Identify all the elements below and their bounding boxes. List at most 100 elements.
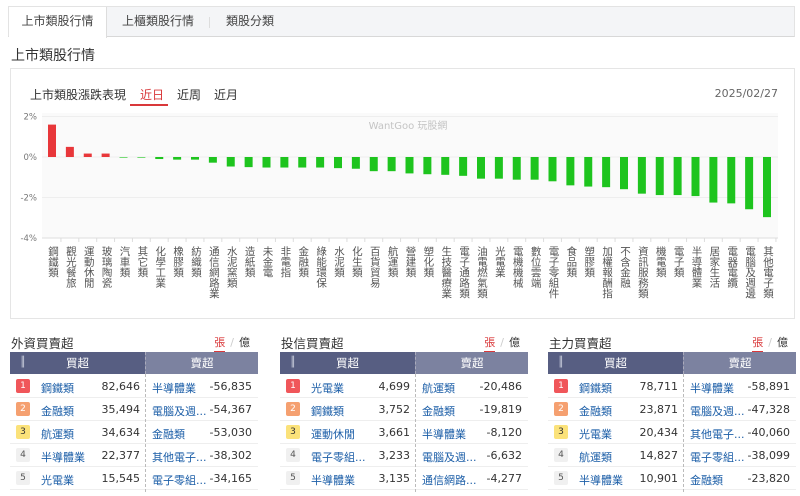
x-tick-label: 不含金融 [619, 246, 631, 288]
unit-separator: / [230, 336, 234, 349]
x-tick-label: 電子通路類 [458, 246, 471, 299]
buy-value: 3,752 [378, 403, 411, 416]
buy-sector-link[interactable]: 航運類 [41, 426, 74, 442]
sell-sector-link[interactable]: 電腦及週... [422, 449, 477, 465]
sell-sector-link[interactable]: 半導體業 [152, 380, 196, 396]
table-row: 3 航運類 34,634 金融類 -53,030 [10, 421, 258, 444]
buy-header: ║ 買超 [548, 352, 683, 374]
buy-sector-link[interactable]: 光電業 [311, 380, 344, 396]
x-tick-label: 電子類 [672, 246, 685, 278]
x-tick-label: 汽車類 [118, 246, 131, 278]
unit-amount-toggle[interactable]: 億 [509, 336, 520, 349]
sell-sector-link[interactable]: 其他電子... [690, 426, 745, 442]
buy-value: 35,494 [101, 403, 141, 416]
bar-chart-icon[interactable]: ║ [558, 352, 564, 374]
buy-sector-link[interactable]: 運動休閒 [311, 426, 355, 442]
sell-value: -20,486 [479, 380, 522, 393]
sell-value: -19,819 [479, 403, 522, 416]
unit-lots-toggle[interactable]: 張 [484, 336, 496, 353]
period-tab-week[interactable]: 近周 [177, 86, 201, 103]
unit-lots-toggle[interactable]: 張 [214, 336, 226, 353]
x-tick-label: 航運類 [386, 246, 399, 278]
buy-header-label: 買超 [604, 356, 627, 370]
panel-title: 投信買賣超 [281, 336, 344, 351]
sell-sector-link[interactable]: 電子零組... [690, 449, 745, 465]
tab-listed-sectors[interactable]: 上市類股行情 [9, 7, 107, 38]
sell-sector-link[interactable]: 其他電子... [152, 449, 207, 465]
sell-header: 賣超 [145, 352, 258, 374]
x-tick-label: 其它類 [136, 246, 149, 278]
buy-value: 22,377 [101, 449, 141, 462]
buy-sector-link[interactable]: 電子零組... [311, 449, 366, 465]
table-row: 4 半導體業 22,377 其他電子... -38,302 [10, 444, 258, 467]
buy-sector-link[interactable]: 半導體業 [41, 449, 85, 465]
unit-amount-toggle[interactable]: 億 [777, 336, 788, 349]
sell-value: -4,277 [486, 472, 522, 485]
x-tick-label: 其他電子類 [762, 246, 774, 299]
x-tick-label: 非電指 [279, 246, 292, 278]
buy-sector-link[interactable]: 半導體業 [311, 472, 355, 488]
table-row: 3 運動休閒 3,661 半導體業 -8,120 [280, 421, 528, 444]
buy-sector-link[interactable]: 光電業 [579, 426, 612, 442]
unit-separator: / [768, 336, 772, 349]
x-tick-label: 觀光餐旅 [64, 246, 77, 288]
sell-sector-link[interactable]: 半導體業 [422, 426, 466, 442]
x-tick-label: 紡織類 [190, 246, 202, 278]
buy-value: 4,699 [378, 380, 411, 393]
sell-value: -53,030 [209, 426, 252, 439]
column-divider [683, 374, 684, 492]
bar-chart-icon[interactable]: ║ [20, 352, 26, 374]
buy-value: 82,646 [101, 380, 141, 393]
rank-badge: 2 [286, 402, 300, 416]
unit-lots-toggle[interactable]: 張 [752, 336, 764, 353]
buy-sector-link[interactable]: 金融類 [41, 403, 74, 419]
buy-value: 14,827 [639, 449, 679, 462]
table-row: 5 光電業 15,545 電子零組... -34,165 [10, 467, 258, 490]
buy-sector-link[interactable]: 鋼鐵類 [41, 380, 74, 396]
buy-value: 78,711 [639, 380, 679, 393]
sell-sector-link[interactable]: 金融類 [152, 426, 185, 442]
sell-sector-link[interactable]: 金融類 [422, 403, 455, 419]
sell-sector-link[interactable]: 金融類 [690, 472, 723, 488]
buy-sector-link[interactable]: 鋼鐵類 [579, 380, 612, 396]
sell-value: -40,060 [747, 426, 790, 439]
page-title: 上市類股行情 [11, 48, 95, 64]
x-tick-label: 生技醫療業 [440, 246, 453, 299]
rank-badge: 2 [554, 402, 568, 416]
rank-badge: 1 [554, 379, 568, 393]
x-tick-label: 資訊服務類 [636, 246, 649, 299]
buy-value: 3,233 [378, 449, 411, 462]
sector-performance-card [10, 68, 795, 319]
sell-value: -23,820 [747, 472, 790, 485]
x-tick-label: 橡膠類 [172, 246, 185, 278]
table-row: 1 鋼鐵類 78,711 半導體業 -58,891 [548, 375, 796, 398]
tab-otc-sectors[interactable]: 上櫃類股行情 [113, 7, 203, 37]
sell-sector-link[interactable]: 通信網路... [422, 472, 477, 488]
x-tick-label: 金融類 [297, 246, 310, 278]
buy-sector-link[interactable]: 航運類 [579, 449, 612, 465]
x-tick-label: 造紙類 [243, 246, 256, 278]
tab-sector-classification[interactable]: 類股分類 [215, 7, 285, 37]
x-tick-label: 玻璃陶瓷 [100, 246, 113, 288]
buy-sector-link[interactable]: 半導體業 [579, 472, 623, 488]
buy-sector-link[interactable]: 光電業 [41, 472, 74, 488]
bar-chart-icon[interactable]: ║ [290, 352, 296, 374]
sell-sector-link[interactable]: 航運類 [422, 380, 455, 396]
sell-sector-link[interactable]: 電子零組... [152, 472, 207, 488]
buy-sector-link[interactable]: 鋼鐵類 [311, 403, 344, 419]
unit-amount-toggle[interactable]: 億 [239, 336, 250, 349]
x-tick-label: 通信網路業 [207, 246, 220, 299]
x-tick-label: 食品類 [565, 246, 578, 278]
sell-value: -47,328 [747, 403, 790, 416]
table-header: ║ 買超 賣超 [548, 352, 796, 374]
sell-sector-link[interactable]: 電腦及週... [152, 403, 207, 419]
sell-sector-link[interactable]: 電腦及週... [690, 403, 745, 419]
sell-sector-link[interactable]: 半導體業 [690, 380, 734, 396]
rank-badge: 3 [16, 425, 30, 439]
period-tab-month[interactable]: 近月 [214, 86, 238, 103]
period-tab-day[interactable]: 近日 [140, 86, 164, 103]
rank-badge: 5 [16, 471, 30, 485]
active-period-underline [130, 104, 168, 106]
buy-sector-link[interactable]: 金融類 [579, 403, 612, 419]
rank-badge: 1 [286, 379, 300, 393]
